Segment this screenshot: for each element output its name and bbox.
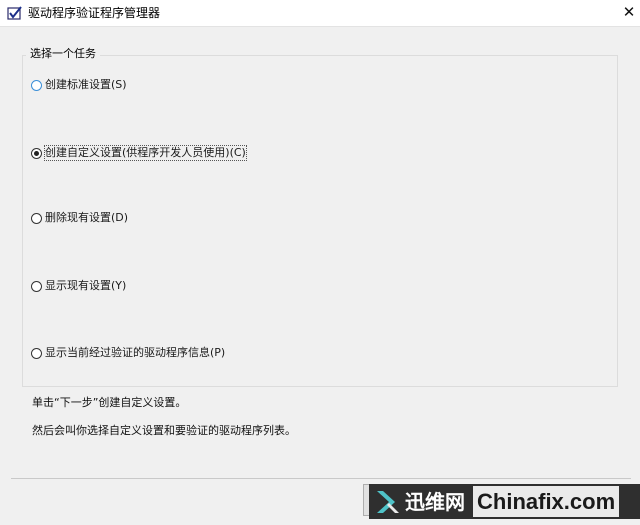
task-group-legend: 选择一个任务	[26, 47, 100, 61]
radio-label: 创建标准设置(S)	[45, 78, 127, 91]
radio-create-standard[interactable]: 创建标准设置(S)	[31, 77, 127, 93]
radio-label: 显示现有设置(Y)	[45, 279, 127, 292]
radio-button[interactable]	[31, 147, 42, 159]
radio-button[interactable]	[31, 212, 42, 224]
chevron-logo-icon	[377, 490, 399, 513]
radio-label: 显示当前经过验证的驱动程序信息(P)	[45, 346, 226, 359]
radio-label: 创建自定义设置(供程序开发人员使用)(C)	[44, 145, 247, 161]
verifier-check-icon	[7, 6, 22, 20]
hint-text-line-2: 然后会叫你选择自定义设置和要验证的驱动程序列表。	[32, 424, 296, 437]
footer-separator	[11, 478, 631, 479]
window-title: 驱动程序验证程序管理器	[28, 6, 161, 20]
radio-delete-existing[interactable]: 删除现有设置(D)	[31, 210, 128, 226]
radio-display-verified-info[interactable]: 显示当前经过验证的驱动程序信息(P)	[31, 345, 225, 361]
watermark-en-text: Chinafix.com	[473, 486, 620, 517]
close-icon[interactable]: ✕	[620, 2, 638, 22]
hint-text-line-1: 单击“下一步”创建自定义设置。	[32, 396, 187, 409]
radio-create-custom[interactable]: 创建自定义设置(供程序开发人员使用)(C)	[31, 145, 247, 161]
radio-button[interactable]	[31, 79, 42, 91]
radio-display-existing[interactable]: 显示现有设置(Y)	[31, 278, 126, 294]
watermark: 迅维网 Chinafix.com	[369, 484, 640, 519]
radio-button[interactable]	[31, 280, 42, 292]
watermark-cn-text: 迅维网	[405, 489, 465, 514]
title-bar: 驱动程序验证程序管理器 ✕	[0, 0, 640, 27]
radio-button[interactable]	[31, 347, 42, 359]
radio-label: 删除现有设置(D)	[45, 211, 129, 224]
